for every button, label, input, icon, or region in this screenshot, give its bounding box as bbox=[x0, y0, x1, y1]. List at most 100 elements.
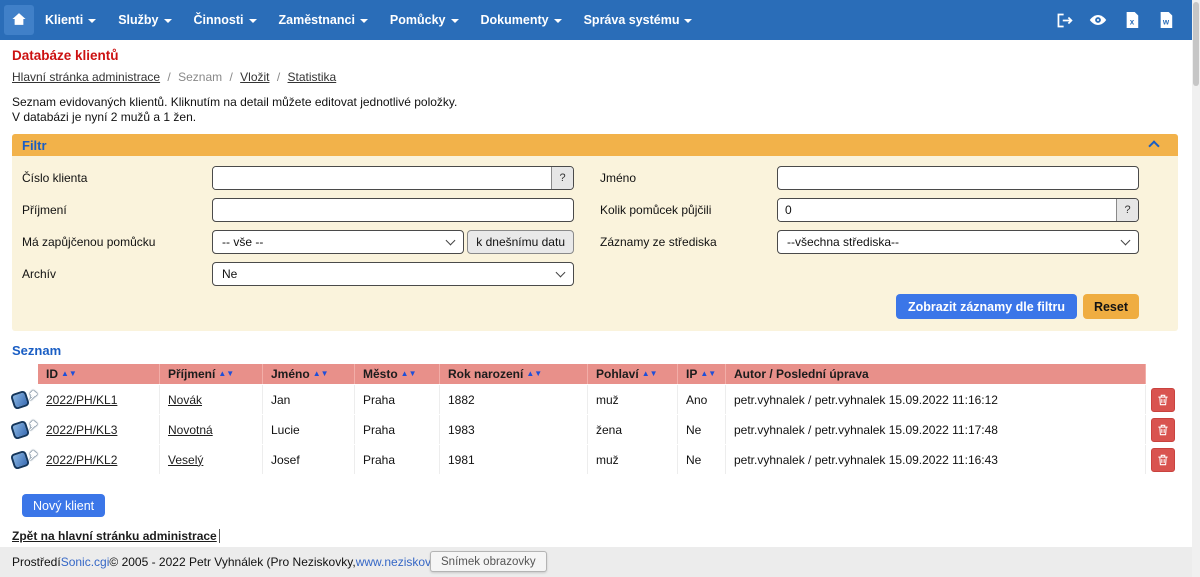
column-header-name: Jméno ▲▼ bbox=[263, 364, 355, 384]
client-number-input[interactable] bbox=[213, 167, 551, 189]
new-client-button[interactable]: Nový klient bbox=[22, 494, 105, 517]
filter-row-1: Číslo klienta ? Jméno bbox=[22, 166, 1139, 190]
nav-item-sprava-systemu[interactable]: Správa systému bbox=[573, 0, 704, 40]
nav-item-dokumenty[interactable]: Dokumenty bbox=[470, 0, 573, 40]
column-header-ip: IP ▲▼ bbox=[678, 364, 726, 384]
sort-asc-icon[interactable]: ▲ bbox=[61, 370, 69, 378]
client-number-help-button[interactable]: ? bbox=[551, 167, 573, 189]
description-line-2: V databázi je nyní 2 mužů a 1 žen. bbox=[12, 110, 1168, 125]
client-id-link[interactable]: 2022/PH/KL1 bbox=[46, 393, 117, 407]
detail-click-icon[interactable]: ☛ bbox=[12, 386, 38, 413]
delete-row-button[interactable] bbox=[1151, 418, 1175, 442]
client-id-link[interactable]: 2022/PH/KL2 bbox=[46, 453, 117, 467]
cell-gender: muž bbox=[588, 385, 678, 414]
logout-icon[interactable] bbox=[1054, 10, 1074, 30]
row-detail-button[interactable]: ☛ bbox=[12, 445, 38, 474]
export-excel-icon[interactable]: x bbox=[1122, 10, 1142, 30]
client-surname-link[interactable]: Novotná bbox=[168, 423, 213, 437]
has-borrowed-aid-select[interactable]: -- vše -- bbox=[212, 230, 464, 254]
nav-item-sluzby[interactable]: Služby bbox=[107, 0, 182, 40]
row-detail-button[interactable]: ☛ bbox=[12, 415, 38, 444]
client-surname-link[interactable]: Novák bbox=[168, 393, 202, 407]
home-button[interactable] bbox=[4, 5, 34, 35]
client-surname-link[interactable]: Veselý bbox=[168, 453, 203, 467]
filter-row-2: Příjmení Kolik pomůcek půjčili ? bbox=[22, 198, 1139, 222]
cell-surname: Novotná bbox=[160, 415, 263, 444]
client-database-page: Klienti Služby Činnosti Zaměstnanci Pomů… bbox=[0, 0, 1200, 577]
cell-gender: muž bbox=[588, 445, 678, 474]
page-title: Databáze klientů bbox=[12, 48, 1168, 63]
filter-panel-header[interactable]: Filtr bbox=[12, 134, 1178, 156]
sort-desc-icon[interactable]: ▼ bbox=[69, 370, 77, 378]
cell-author: petr.vyhnalek / petr.vyhnalek 15.09.2022… bbox=[726, 445, 1146, 474]
breadcrumb: Hlavní stránka administrace / Seznam / V… bbox=[12, 70, 1168, 84]
export-word-icon[interactable]: w bbox=[1156, 10, 1176, 30]
nav-item-label: Klienti bbox=[45, 13, 83, 27]
sort-desc-icon[interactable]: ▼ bbox=[708, 370, 716, 378]
nav-item-label: Činnosti bbox=[194, 13, 244, 27]
cell-author: petr.vyhnalek / petr.vyhnalek 15.09.2022… bbox=[726, 415, 1146, 444]
nav-item-label: Pomůcky bbox=[390, 13, 446, 27]
filter-row-4: Archív Ne bbox=[22, 262, 1139, 286]
scrollbar-thumb[interactable] bbox=[1193, 2, 1199, 86]
sort-asc-icon[interactable]: ▲ bbox=[313, 370, 321, 378]
records-from-center-select[interactable]: --všechna střediska-- bbox=[777, 230, 1139, 254]
to-today-date-button[interactable]: k dnešnímu datu bbox=[467, 230, 574, 254]
back-to-admin-link[interactable]: Zpět na hlavní stránku administrace bbox=[12, 529, 220, 543]
apply-filter-button[interactable]: Zobrazit záznamy dle filtru bbox=[896, 294, 1077, 319]
aids-borrowed-count-label: Kolik pomůcek půjčili bbox=[600, 203, 777, 217]
row-delete-cell bbox=[1146, 445, 1180, 474]
reset-filter-button[interactable]: Reset bbox=[1083, 294, 1139, 319]
cell-name: Jan bbox=[263, 385, 355, 414]
sort-asc-icon[interactable]: ▲ bbox=[218, 370, 226, 378]
filter-panel-body: Číslo klienta ? Jméno Příjmení bbox=[12, 156, 1178, 331]
delete-row-button[interactable] bbox=[1151, 448, 1175, 472]
breadcrumb-link-statistika[interactable]: Statistika bbox=[288, 70, 337, 84]
page-description: Seznam evidovaných klientů. Kliknutím na… bbox=[12, 95, 1168, 125]
breadcrumb-link-vlozit[interactable]: Vložit bbox=[240, 70, 269, 84]
collapse-chevron-up-icon[interactable] bbox=[1148, 140, 1159, 151]
sort-desc-icon[interactable]: ▼ bbox=[226, 370, 234, 378]
sort-asc-icon[interactable]: ▲ bbox=[642, 370, 650, 378]
breadcrumb-current-seznam: Seznam bbox=[178, 70, 222, 84]
sort-asc-icon[interactable]: ▲ bbox=[401, 370, 409, 378]
sort-desc-icon[interactable]: ▼ bbox=[321, 370, 329, 378]
sort-asc-icon[interactable]: ▲ bbox=[700, 370, 708, 378]
column-header-author: Autor / Poslední úprava bbox=[726, 364, 1146, 384]
client-id-link[interactable]: 2022/PH/KL3 bbox=[46, 423, 117, 437]
nav-item-cinnosti[interactable]: Činnosti bbox=[183, 0, 268, 40]
main-content: Databáze klientů Hlavní stránka administ… bbox=[12, 40, 1168, 576]
archive-select[interactable]: Ne bbox=[212, 262, 574, 286]
surname-input[interactable] bbox=[212, 198, 574, 222]
sort-desc-icon[interactable]: ▼ bbox=[409, 370, 417, 378]
records-from-center-label: Záznamy ze střediska bbox=[600, 235, 777, 249]
chevron-down-icon bbox=[684, 19, 692, 23]
breadcrumb-separator: / bbox=[277, 70, 280, 84]
breadcrumb-link-admin-home[interactable]: Hlavní stránka administrace bbox=[12, 70, 160, 84]
nav-item-label: Služby bbox=[118, 13, 158, 27]
nav-item-zamestnanci[interactable]: Zaměstnanci bbox=[268, 0, 379, 40]
detail-click-icon[interactable]: ☛ bbox=[12, 446, 38, 473]
sort-desc-icon[interactable]: ▼ bbox=[650, 370, 658, 378]
nav-item-klienti[interactable]: Klienti bbox=[34, 0, 107, 40]
nav-item-pomucky[interactable]: Pomůcky bbox=[379, 0, 470, 40]
row-delete-cell bbox=[1146, 385, 1180, 414]
aids-borrowed-help-button[interactable]: ? bbox=[1116, 199, 1138, 221]
sonic-cgi-link[interactable]: Sonic.cgi bbox=[61, 555, 110, 569]
aids-borrowed-count-input[interactable] bbox=[778, 199, 1116, 221]
description-line-1: Seznam evidovaných klientů. Kliknutím na… bbox=[12, 95, 1168, 110]
column-header-birth-year: Rok narození ▲▼ bbox=[440, 364, 588, 384]
clients-table: ID ▲▼ Příjmení ▲▼ Jméno ▲▼ Město ▲▼ Rok … bbox=[12, 364, 1180, 474]
filter-row-3: Má zapůjčenou pomůcku -- vše -- k dnešní… bbox=[22, 230, 1139, 254]
surname-label: Příjmení bbox=[22, 203, 212, 217]
vertical-scrollbar[interactable] bbox=[1192, 0, 1200, 577]
detail-click-icon[interactable]: ☛ bbox=[12, 416, 38, 443]
column-header-surname: Příjmení ▲▼ bbox=[160, 364, 263, 384]
sort-asc-icon[interactable]: ▲ bbox=[526, 370, 534, 378]
sort-desc-icon[interactable]: ▼ bbox=[534, 370, 542, 378]
first-name-input[interactable] bbox=[777, 166, 1139, 190]
nav-item-label: Dokumenty bbox=[481, 13, 549, 27]
row-detail-button[interactable]: ☛ bbox=[12, 385, 38, 414]
delete-row-button[interactable] bbox=[1151, 388, 1175, 412]
eye-preview-icon[interactable] bbox=[1088, 10, 1108, 30]
